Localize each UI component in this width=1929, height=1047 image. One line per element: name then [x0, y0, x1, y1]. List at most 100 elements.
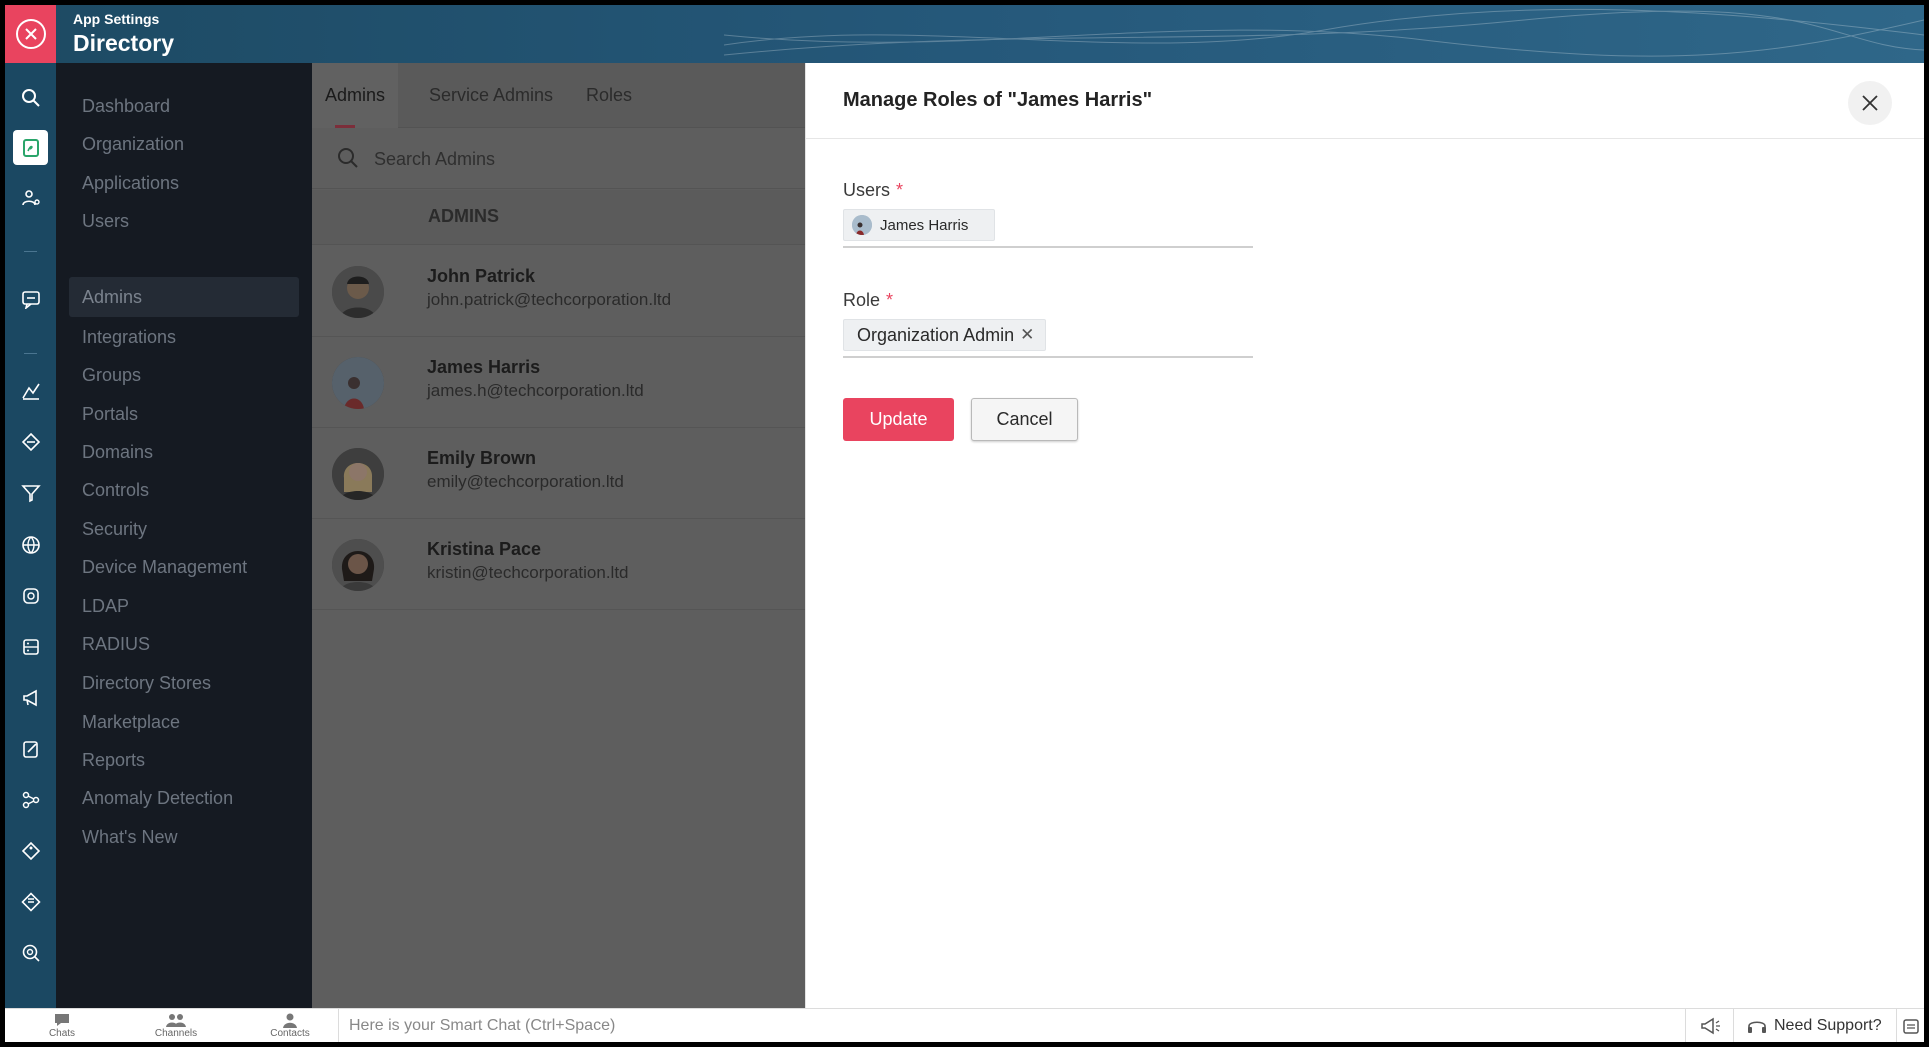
active-tab-indicator — [335, 125, 355, 128]
sidebar-item-radius[interactable]: RADIUS — [69, 624, 299, 664]
top-header: App Settings Directory — [5, 5, 1924, 63]
announcement-button[interactable] — [1685, 1009, 1733, 1042]
admins-list-header: ADMINS — [312, 190, 805, 245]
app-window: App Settings Directory Dashboard Organiz… — [5, 5, 1924, 1042]
avatar — [332, 448, 384, 500]
header-wave-decoration — [724, 8, 1924, 57]
globe-icon[interactable] — [13, 527, 48, 562]
icon-rail — [5, 63, 56, 1008]
sidebar-item-marketplace[interactable]: Marketplace — [69, 702, 299, 742]
cancel-button[interactable]: Cancel — [971, 398, 1078, 441]
channels-icon — [166, 1014, 186, 1027]
sidebar-item-reports[interactable]: Reports — [69, 740, 299, 780]
badge-icon[interactable] — [13, 884, 48, 919]
sidebar-item-applications[interactable]: Applications — [69, 163, 299, 203]
close-icon — [1862, 95, 1878, 111]
search-icon[interactable] — [13, 80, 48, 115]
sidebar-item-organization[interactable]: Organization — [69, 124, 299, 164]
sidebar-item-groups[interactable]: Groups — [69, 355, 299, 395]
filter-icon[interactable] — [13, 475, 48, 510]
sidebar-item-ldap[interactable]: LDAP — [69, 586, 299, 626]
server-icon[interactable] — [13, 629, 48, 664]
admin-row[interactable]: John Patrick john.patrick@techcorporatio… — [312, 246, 805, 337]
sidebar-item-users[interactable]: Users — [69, 201, 299, 241]
notes-icon — [1902, 1018, 1919, 1034]
megaphone-icon[interactable] — [13, 680, 48, 715]
admins-header-label: ADMINS — [428, 206, 499, 226]
need-support-label: Need Support? — [1774, 1016, 1882, 1034]
admin-name: John Patrick — [427, 266, 536, 286]
tab-admins[interactable]: Admins — [312, 63, 398, 128]
analytics-icon[interactable] — [13, 373, 48, 408]
admin-email: kristin@techcorporation.ltd — [427, 563, 629, 582]
app-settings-label: App Settings — [73, 11, 160, 27]
app-title: Directory — [73, 30, 174, 56]
need-support-button[interactable]: Need Support? — [1733, 1009, 1896, 1042]
avatar — [852, 215, 872, 235]
admin-email: john.patrick@techcorporation.ltd — [427, 290, 672, 309]
megaphone-icon — [1700, 1017, 1720, 1034]
tag-icon[interactable] — [13, 833, 48, 868]
chats-button[interactable]: Chats — [27, 1012, 97, 1039]
sidebar-item-domains[interactable]: Domains — [69, 432, 299, 472]
sidebar-item-anomaly-detection[interactable]: Anomaly Detection — [69, 778, 299, 818]
sidebar-item-controls[interactable]: Controls — [69, 470, 299, 510]
chat-icon — [55, 1014, 69, 1026]
admin-name: Emily Brown — [427, 448, 537, 468]
close-icon — [15, 19, 46, 49]
sidebar-item-dashboard[interactable]: Dashboard — [69, 86, 299, 126]
search-admins-input[interactable] — [374, 144, 774, 174]
tab-service-admins[interactable]: Service Admins — [429, 63, 553, 128]
admin-row[interactable]: Emily Brown emily@techcorporation.ltd — [312, 428, 805, 519]
chats-label: Chats — [48, 1028, 76, 1039]
admin-email: james.h@techcorporation.ltd — [427, 381, 644, 400]
sidebar-item-portals[interactable]: Portals — [69, 394, 299, 434]
admin-tabs: Admins Service Admins Roles — [312, 63, 805, 128]
workflow-icon[interactable] — [13, 782, 48, 817]
shield-icon[interactable] — [13, 578, 48, 613]
selected-role-chip: Organization Admin ✕ — [843, 319, 1046, 351]
integration-icon[interactable] — [13, 424, 48, 459]
remove-role-icon[interactable]: ✕ — [1020, 325, 1034, 345]
update-button[interactable]: Update — [843, 398, 954, 441]
users-label: Users — [843, 180, 891, 200]
sidebar-item-directory-stores[interactable]: Directory Stores — [69, 663, 299, 703]
role-field-underline[interactable] — [843, 356, 1253, 358]
sidebar-item-security[interactable]: Security — [69, 509, 299, 549]
sidebar-item-admins[interactable]: Admins — [69, 277, 299, 317]
admin-name: Kristina Pace — [427, 539, 542, 559]
admin-name: James Harris — [427, 357, 541, 377]
manage-roles-dialog: Manage Roles of "James Harris" Users * Ja… — [805, 63, 1924, 1008]
admin-email: emily@techcorporation.ltd — [427, 472, 624, 491]
sidebar-item-device-management[interactable]: Device Management — [69, 547, 299, 587]
role-field-label: Role * — [843, 290, 893, 311]
admin-row[interactable]: Kristina Pace kristin@techcorporation.lt… — [312, 519, 805, 610]
rail-divider — [24, 353, 37, 354]
dialog-title: Manage Roles of "James Harris" — [843, 89, 1153, 111]
sidebar: Dashboard Organization Applications User… — [56, 63, 312, 1008]
dialog-close-button[interactable] — [1848, 81, 1892, 125]
channels-button[interactable]: Channels — [141, 1012, 211, 1039]
search-zoom-icon[interactable] — [13, 935, 48, 970]
rail-divider — [24, 251, 37, 252]
required-marker: * — [896, 180, 904, 200]
avatar — [332, 357, 384, 409]
sidebar-item-integrations[interactable]: Integrations — [69, 317, 299, 357]
contacts-label: Contacts — [270, 1028, 310, 1039]
avatar — [332, 539, 384, 591]
contacts-button[interactable]: Contacts — [255, 1012, 325, 1039]
admins-panel: Admins Service Admins Roles ADMINS John … — [312, 63, 805, 1008]
smart-chat-input[interactable]: Here is your Smart Chat (Ctrl+Space) — [338, 1009, 1685, 1042]
chat-icon[interactable] — [13, 281, 48, 316]
role-label: Role — [843, 290, 881, 310]
tab-roles[interactable]: Roles — [586, 63, 632, 128]
notes-button[interactable] — [1896, 1009, 1924, 1042]
user-settings-icon[interactable] — [13, 180, 48, 215]
bottom-bar: Chats Channels Contacts Here is your Sma… — [5, 1008, 1924, 1042]
edit-note-icon[interactable] — [13, 731, 48, 766]
directory-icon[interactable] — [13, 130, 48, 165]
close-app-button[interactable] — [5, 5, 56, 63]
users-field-label: Users * — [843, 180, 903, 201]
sidebar-item-whats-new[interactable]: What's New — [69, 817, 299, 857]
admin-row[interactable]: James Harris james.h@techcorporation.ltd — [312, 337, 805, 428]
